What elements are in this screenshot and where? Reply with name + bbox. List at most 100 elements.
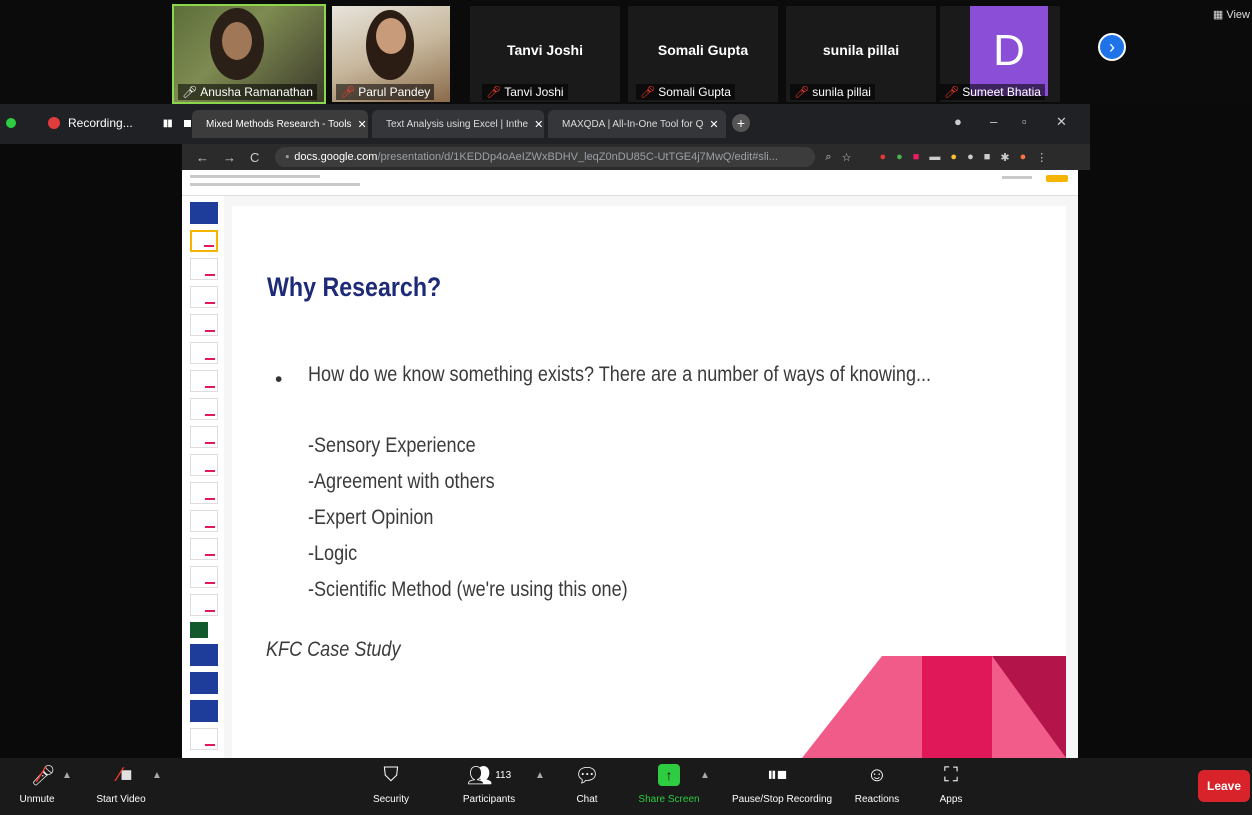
slide-thumbnail[interactable] <box>190 202 218 224</box>
restore-icon[interactable]: ▫ <box>1022 114 1027 129</box>
apps-button[interactable]: ⛶ Apps <box>906 760 996 806</box>
participant-name-center: sunila pillai <box>822 42 900 58</box>
close-tab-icon[interactable]: ✕ <box>357 118 366 131</box>
close-window-icon[interactable]: ✕ <box>1056 114 1067 130</box>
slide-thumbnail-selected[interactable] <box>190 230 218 252</box>
browser-tab[interactable]: MAXQDA | All-In-One Tool for Q ✕ <box>548 110 726 138</box>
bookmark-star-icon[interactable]: ☆ <box>842 151 852 164</box>
avatar[interactable]: ● <box>1020 151 1027 163</box>
chevron-up-icon[interactable]: ▲ <box>700 770 710 781</box>
people-icon: 👥︎ 113 <box>466 764 512 787</box>
close-tab-icon[interactable]: ✕ <box>709 118 718 131</box>
slide-thumbnail[interactable] <box>190 728 218 750</box>
slide-thumbnail[interactable] <box>190 594 218 616</box>
start-video-button[interactable]: ■ ∕ Start Video <box>76 760 166 806</box>
format-toolbar[interactable] <box>190 183 360 186</box>
pause-recording-icon[interactable]: ▮▮ <box>163 118 173 129</box>
slide-thumbnail[interactable] <box>190 398 218 420</box>
chat-button[interactable]: 💬︎ Chat <box>542 760 632 806</box>
mic-muted-icon: 🎤︎ <box>794 85 810 99</box>
participant-tile-video[interactable]: 🎤︎ Parul Pandey <box>332 6 450 102</box>
accent-line <box>205 274 215 276</box>
pause-stop-recording-button[interactable]: ⏸︎⏹︎ Pause/Stop Recording <box>732 760 832 806</box>
accent-line <box>205 498 215 500</box>
slide-thumbnail[interactable] <box>190 314 218 336</box>
security-button[interactable]: ⛉ Security <box>346 760 436 806</box>
participant-tile[interactable]: Somali Gupta 🎤︎ Somali Gupta <box>628 6 778 102</box>
extension-icon[interactable]: ● <box>967 151 974 163</box>
accent-line <box>205 744 215 746</box>
slide-thumbnail[interactable] <box>190 672 218 694</box>
share-screen-button[interactable]: ↑ Share Screen <box>624 760 714 805</box>
participant-name-center: Tanvi Joshi <box>507 42 583 58</box>
address-bar[interactable]: ▪ docs.google.com/presentation/d/1KEDDp4… <box>275 147 816 167</box>
slide-thumbnail[interactable] <box>190 482 218 504</box>
menu-bar[interactable] <box>190 175 320 178</box>
zoom-meeting-window: 🎤︎ Anusha Ramanathan 🎤︎ Parul Pandey Tanvi… <box>0 0 1252 815</box>
browser-tab[interactable]: Text Analysis using Excel | Inthe ✕ <box>372 110 544 138</box>
close-tab-icon[interactable]: ✕ <box>534 118 543 131</box>
accent-line <box>205 442 215 444</box>
meeting-controls: 🎤︎ ∕ Unmute ▲ ■ ∕ Start Video ▲ ⛉ Security… <box>0 758 1252 815</box>
participant-name-label: 🎤︎ Sumeet Bhatia <box>940 84 1045 100</box>
share-button[interactable] <box>1046 175 1068 182</box>
start-video-label: Start Video <box>96 794 146 805</box>
slide-thumbnail[interactable] <box>190 644 218 666</box>
puzzle-icon[interactable]: ✱ <box>1000 151 1009 164</box>
browser-toolbar: ← → C ▪ docs.google.com/presentation/d/1… <box>182 144 1090 170</box>
slide-title: Why Research? <box>267 272 442 302</box>
extension-icon[interactable]: ● <box>896 151 903 163</box>
accent-line <box>205 386 215 388</box>
grid-icon: ▦ <box>1212 9 1224 21</box>
slide-footer-text: KFC Case Study <box>266 638 401 661</box>
new-tab-icon[interactable]: + <box>732 114 750 132</box>
slide-thumbnail[interactable] <box>190 700 218 722</box>
slide-thumbnail[interactable] <box>190 370 218 392</box>
url-host: docs.google.com <box>294 151 378 163</box>
leave-button[interactable]: Leave <box>1198 770 1250 802</box>
decorative-triangles <box>802 656 1066 758</box>
stop-recording-icon[interactable] <box>183 119 191 127</box>
extension-icon[interactable]: ■ <box>913 151 920 163</box>
unmute-button[interactable]: 🎤︎ ∕ Unmute <box>0 760 82 805</box>
slide-thumbnail[interactable] <box>190 426 218 448</box>
slide-thumbnail[interactable] <box>190 454 218 476</box>
slide-thumbnail[interactable] <box>190 566 218 588</box>
extension-icon[interactable]: ■ <box>984 151 991 163</box>
kebab-menu-icon[interactable]: ⋮ <box>1036 151 1047 164</box>
extension-icon[interactable]: ▬ <box>929 151 940 163</box>
participant-tile-video[interactable]: 🎤︎ Anusha Ramanathan <box>172 4 326 104</box>
participant-tile[interactable]: Tanvi Joshi 🎤︎ Tanvi Joshi <box>470 6 620 102</box>
slide-thumbnail[interactable] <box>190 538 218 560</box>
browser-tab[interactable]: Mixed Methods Research - Tools ✕ <box>192 110 368 138</box>
extension-icon[interactable]: ● <box>879 151 886 163</box>
chevron-up-icon[interactable]: ▲ <box>152 770 162 781</box>
slide-thumbnail[interactable] <box>190 258 218 280</box>
list-item: -Sensory Experience <box>308 434 476 457</box>
slides-editor: Why Research? • How do we know something… <box>182 170 1078 758</box>
extension-icon[interactable]: ● <box>950 151 957 163</box>
search-icon[interactable]: ⌕ <box>825 151 831 164</box>
reload-icon[interactable]: C <box>250 150 259 165</box>
slide-thumbnail[interactable] <box>190 622 208 638</box>
participants-button[interactable]: 👥︎ 113 Participants <box>444 760 534 806</box>
forward-arrow-icon[interactable]: → <box>223 150 236 165</box>
list-item: -Scientific Method (we're using this one… <box>308 578 628 601</box>
participants-label: Participants <box>462 794 516 805</box>
back-arrow-icon[interactable]: ← <box>196 150 209 165</box>
chevron-up-icon[interactable]: ▲ <box>62 770 72 781</box>
next-page-icon[interactable]: › <box>1098 33 1126 61</box>
slide-canvas[interactable]: Why Research? • How do we know something… <box>232 206 1066 758</box>
view-menu[interactable]: ▦ View <box>1213 8 1250 21</box>
slide-thumbnail[interactable] <box>190 286 218 308</box>
participant-tile[interactable]: sunila pillai 🎤︎ sunila pillai <box>786 6 936 102</box>
present-controls[interactable] <box>1002 176 1032 179</box>
participant-face <box>222 22 252 60</box>
slide-thumbnail[interactable] <box>190 510 218 532</box>
slide-thumbnail[interactable] <box>190 342 218 364</box>
chat-bubble-icon: 💬︎ <box>574 764 600 787</box>
tab-title: Mixed Methods Research - Tools <box>206 118 352 130</box>
accent-line <box>205 582 215 584</box>
minimize-icon[interactable]: – <box>990 114 997 129</box>
profile-icon[interactable]: ● <box>954 114 962 129</box>
